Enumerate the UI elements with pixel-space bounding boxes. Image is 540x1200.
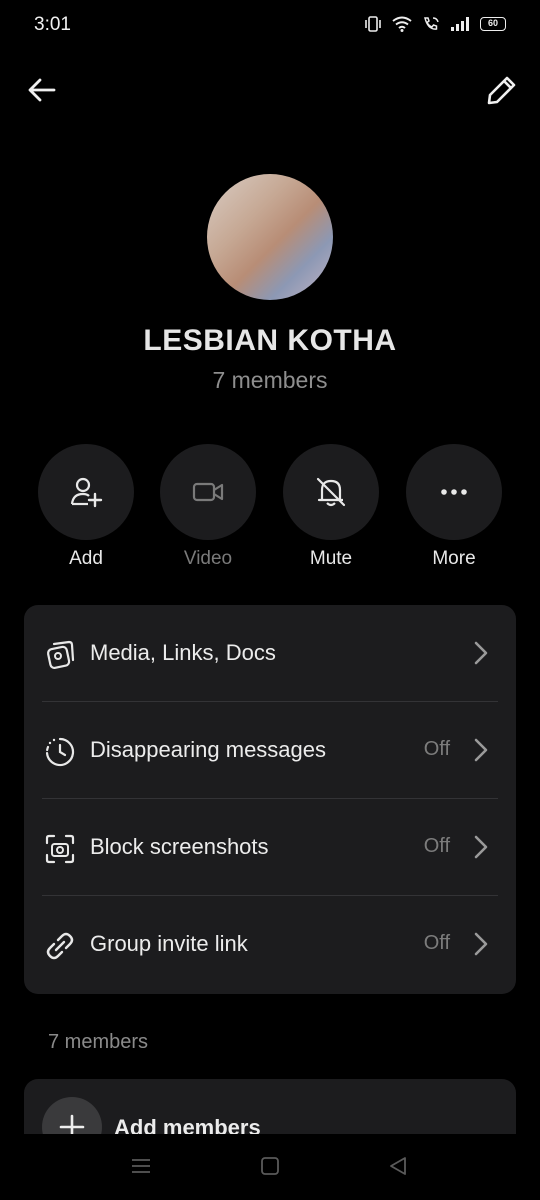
home-nav-button[interactable] [260,1156,280,1181]
mute-label: Mute [309,548,353,569]
more-icon [441,489,467,495]
vibrate-icon [365,16,381,32]
back-nav-button[interactable] [388,1156,408,1181]
status-icons: 60 [364,16,506,32]
disappearing-messages-label: Disappearing messages [90,737,327,762]
chevron-right-icon [474,932,488,956]
back-button[interactable] [26,74,58,106]
top-bar [0,66,540,114]
group-invite-link-value: Off [423,932,450,954]
block-screenshots-label: Block screenshots [90,834,269,859]
more-button[interactable]: More [406,444,502,570]
settings-card: Media, Links, Docs Disappearing messages… [24,605,516,994]
block-screenshots-value: Off [423,835,450,857]
members-section-label: 7 members [48,1031,149,1053]
add-button[interactable]: Add [38,444,134,570]
video-label: Video [183,548,233,569]
group-name: LESBIAN KOTHA [143,324,397,357]
pencil-icon [487,76,516,105]
link-icon [46,932,74,960]
member-count: 7 members [212,367,328,393]
group-avatar[interactable] [207,174,333,300]
chevron-right-icon [474,835,488,859]
group-invite-link-label: Group invite link [90,931,248,956]
screenshot-icon [45,834,75,864]
wifi-icon [392,16,412,32]
disappearing-messages-row[interactable]: Disappearing messages Off [24,702,516,799]
system-nav-bar [0,1134,540,1200]
media-icon [46,640,75,670]
status-bar: 3:01 60 [0,0,540,52]
battery-icon: 60 [480,17,506,31]
video-icon [192,482,224,502]
home-square-icon [261,1157,279,1175]
block-screenshots-row[interactable]: Block screenshots Off [24,799,516,896]
media-links-docs-row[interactable]: Media, Links, Docs [24,605,516,702]
disappearing-messages-value: Off [423,738,450,760]
chevron-right-icon [474,641,488,665]
bell-off-icon [316,477,346,507]
menu-icon [132,1159,150,1173]
mute-button[interactable]: Mute [283,444,379,570]
back-triangle-icon [390,1157,406,1175]
media-links-docs-label: Media, Links, Docs [90,640,276,665]
chevron-right-icon [474,738,488,762]
video-button[interactable]: Video [160,444,256,570]
group-invite-link-row[interactable]: Group invite link Off [24,896,516,993]
add-label: Add [69,548,103,569]
edit-button[interactable] [486,74,518,106]
wifi-call-icon [424,17,439,30]
more-label: More [432,548,476,569]
menu-nav-button[interactable] [131,1156,151,1181]
timer-icon [45,737,75,767]
arrow-left-icon [28,78,56,102]
status-time: 3:01 [34,14,71,35]
signal-icon [451,17,469,31]
add-user-icon [70,477,103,508]
